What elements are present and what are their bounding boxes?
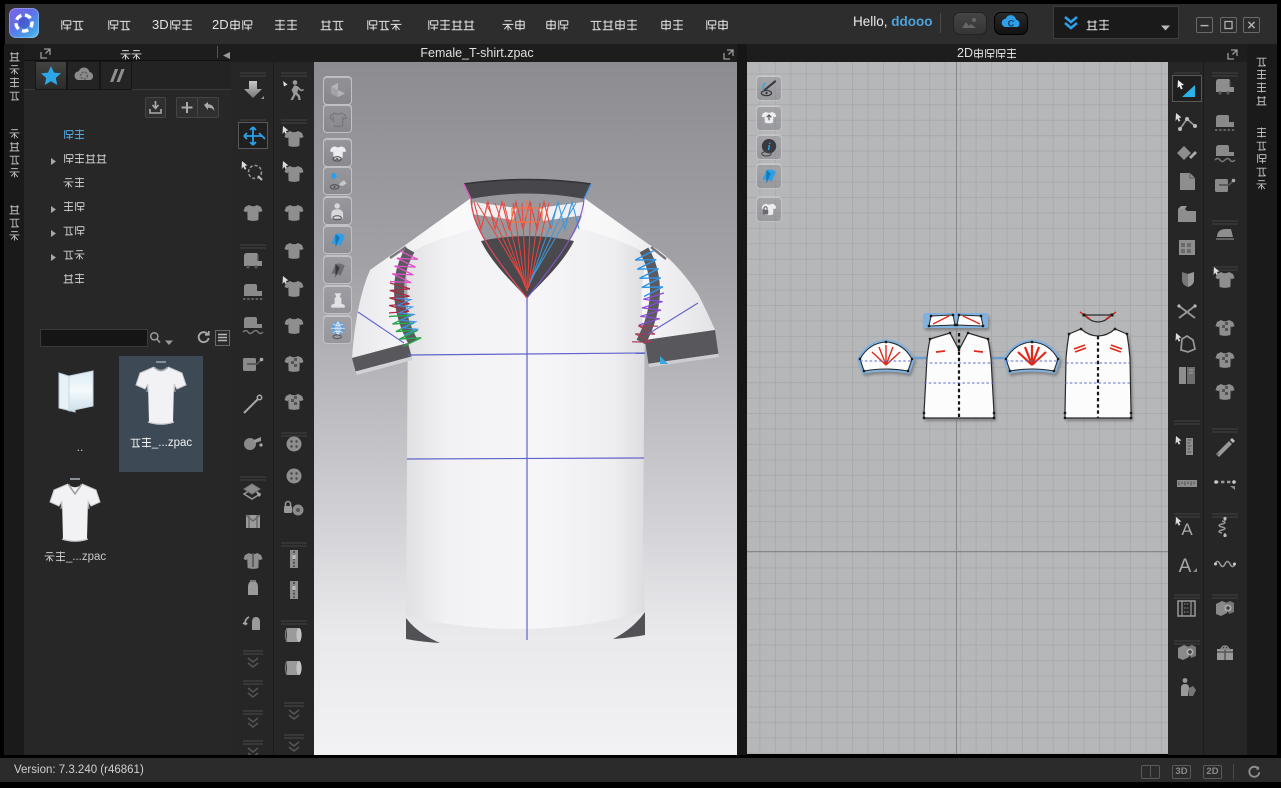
svg-text:C: C [1008, 18, 1015, 28]
svg-text:A: A [1179, 556, 1192, 576]
svg-text:A: A [1181, 520, 1193, 539]
